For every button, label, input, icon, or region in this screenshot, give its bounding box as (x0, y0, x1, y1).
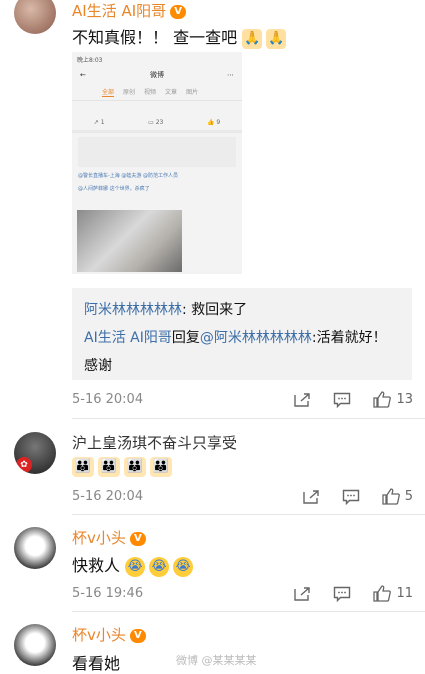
share-button[interactable] (302, 489, 320, 505)
shot-stat: ↗ 1 (93, 119, 105, 126)
shot-tab: 全部 (102, 89, 115, 97)
reply-line: AI生活 AI阳哥回复@阿米林林林林林:活着就好！感谢 (84, 324, 400, 380)
comment-icon (334, 392, 351, 408)
share-icon (294, 392, 311, 407)
crying-emoji-icon: 😭 (173, 556, 194, 577)
embedded-screenshot-image[interactable]: 晚上8:03 ← 微博 ⋯ 全部 原创 视频 文章 图片 ↗ 1 ▭ 23 👍 9 … (72, 52, 242, 274)
like-button[interactable]: 5 (382, 488, 413, 505)
reply-connector: 回复 (171, 330, 200, 346)
like-icon (373, 391, 392, 408)
shot-post-text: @人间萨菲娜 这个世界，杀疯了 (78, 186, 150, 192)
avatar[interactable]: ✿ (14, 432, 56, 474)
divider (72, 418, 425, 419)
comment-time: 5-16 20:04 (72, 392, 144, 407)
comment-actions: 11 (271, 585, 413, 602)
reply-mention[interactable]: @阿米林林林林林 (200, 330, 312, 346)
reply-thread[interactable]: 阿米林林林林林: 救回来了 AI生活 AI阳哥回复@阿米林林林林林:活着就好！感… (72, 288, 412, 380)
share-icon (294, 586, 311, 601)
username-label: 杯v小头 (72, 626, 126, 644)
shot-blurred-content (78, 137, 236, 167)
divider (72, 611, 425, 612)
like-icon (373, 585, 392, 602)
comment-actions: 13 (271, 391, 413, 408)
comment-username[interactable]: AI生活 AI阳哥 V (72, 0, 187, 21)
shot-title: 微博 (150, 71, 164, 79)
comment-time: 5-16 20:04 (72, 489, 144, 504)
share-button[interactable] (293, 392, 311, 408)
shot-row (72, 101, 242, 115)
avatar[interactable] (14, 624, 56, 666)
watermark: 微博 @某某某某 (176, 654, 257, 667)
shot-stats: ↗ 1 ▭ 23 👍 9 (72, 115, 242, 133)
share-icon (303, 489, 319, 504)
family-emoji-icon: 👪 (72, 456, 94, 477)
like-button[interactable]: 13 (373, 391, 413, 408)
comment-button[interactable] (333, 392, 351, 408)
comment-icon (342, 489, 359, 505)
shot-tab: 原创 (123, 89, 136, 96)
back-arrow-icon: ← (80, 71, 86, 79)
like-button[interactable]: 11 (373, 585, 413, 602)
shot-tab: 文章 (165, 89, 178, 96)
username-label: 杯v小头 (72, 529, 126, 547)
shot-photo (77, 210, 182, 272)
shot-tabs: 全部 原创 视频 文章 图片 (72, 84, 242, 101)
reply-text: : 救回来了 (182, 302, 248, 318)
shot-tab: 视频 (144, 89, 157, 96)
comment-text: 👪 👪 👪 👪 (72, 456, 176, 477)
comment-username[interactable]: 沪上皇汤琪不奋斗只享受 (72, 432, 237, 453)
pray-emoji-icon: 🙏 (266, 28, 287, 49)
reply-user[interactable]: 阿米林林林林林 (84, 302, 182, 318)
comment-username[interactable]: 杯v小头 V (72, 527, 146, 548)
reply-line: 阿米林林林林林: 救回来了 (84, 296, 400, 324)
shot-stat: 👍 9 (206, 119, 221, 126)
family-emoji-icon: 👪 (98, 456, 120, 477)
share-button[interactable] (293, 586, 311, 602)
like-count: 13 (396, 392, 413, 407)
comment-button[interactable] (333, 586, 351, 602)
reply-user[interactable]: AI生活 AI阳哥 (84, 330, 172, 346)
shot-status-bar: 晚上8:03 (72, 52, 242, 66)
shot-nav-bar: ← 微博 ⋯ (72, 66, 242, 84)
divider (72, 514, 425, 515)
crying-emoji-icon: 😭 (149, 556, 170, 577)
comment-username[interactable]: 杯v小头 V (72, 624, 146, 645)
flag-badge-icon: ✿ (16, 457, 32, 473)
family-emoji-icon: 👪 (124, 456, 146, 477)
comment-actions: 5 (280, 488, 413, 505)
more-icon: ⋯ (227, 71, 234, 79)
like-icon (382, 488, 400, 505)
vip-badge-icon: V (170, 5, 187, 19)
comment-button[interactable] (342, 489, 360, 505)
shot-tab: 图片 (186, 89, 199, 96)
family-emoji-icon: 👪 (150, 456, 172, 477)
avatar[interactable] (14, 0, 56, 34)
vip-badge-icon: V (129, 629, 146, 643)
avatar[interactable] (14, 527, 56, 569)
comment-icon (334, 586, 351, 602)
shot-stat: ▭ 23 (148, 119, 164, 126)
comment-text: 快救人 😭 😭 😭 (72, 552, 197, 577)
like-count: 11 (396, 586, 413, 601)
comment-text-label: 不知真假！！ 查一查吧 (72, 28, 238, 47)
comment-text: 不知真假！！ 查一查吧 🙏 🙏 (72, 24, 290, 49)
vip-badge-icon: V (129, 532, 146, 546)
comment-time: 5-16 19:46 (72, 586, 144, 601)
username-label: AI生活 AI阳哥 (72, 2, 167, 20)
shot-mentions: @警长直播车-上海 @蛙夫游 @防范工作人员 (78, 173, 178, 179)
pray-emoji-icon: 🙏 (242, 28, 263, 49)
comment-text-label: 快救人 (72, 556, 121, 575)
comment-text: 看看她 (72, 654, 121, 673)
shot-status-text: 晚上8:03 (77, 57, 103, 64)
crying-emoji-icon: 😭 (125, 556, 146, 577)
like-count: 5 (404, 489, 413, 504)
